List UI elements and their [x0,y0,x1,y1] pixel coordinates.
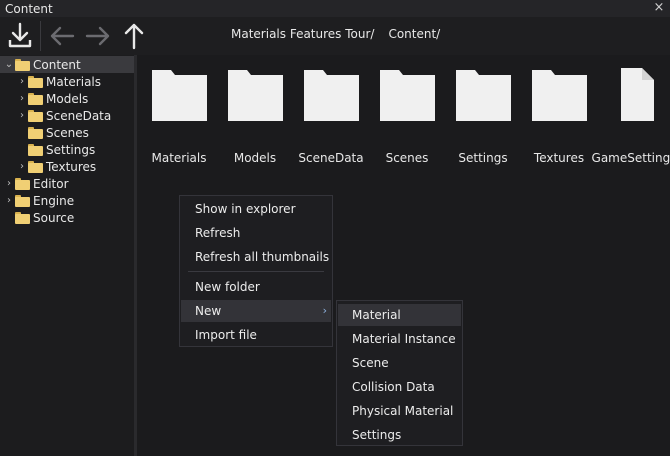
folder-icon [28,75,43,88]
content-item-label: SceneData [298,151,364,165]
tree-item-label: Engine [33,193,75,208]
chevron-right-icon: › [322,304,327,317]
menu-item-new[interactable]: New › [181,300,331,322]
tree-item-models[interactable]: › Models [16,90,88,107]
chevron-right-icon[interactable]: › [3,175,15,192]
content-item-label: Scenes [385,151,429,165]
tree-item-scenes[interactable]: Scenes [28,124,89,141]
tree-item-engine[interactable]: › Engine [3,192,74,209]
tree-item-label: Scenes [46,125,89,140]
folder-icon [15,211,30,224]
content-item-gamesettings[interactable]: GameSettings [592,63,670,165]
content-item-materials[interactable]: Materials [141,63,217,165]
menu-item-scene[interactable]: Scene [338,352,461,374]
tree-item-label: Source [33,210,75,225]
chevron-right-icon[interactable]: › [16,107,28,124]
import-icon[interactable] [4,19,36,53]
arrow-right-icon[interactable] [82,19,114,53]
content-item-label: Models [233,151,277,165]
content-item-settings[interactable]: Settings [445,63,521,165]
breadcrumb: Materials Features Tour/ Content/ [231,27,440,41]
content-item-models[interactable]: Models [217,63,293,165]
menu-item-new-folder[interactable]: New folder [181,276,331,298]
folder-icon [304,70,359,121]
folder-icon [28,92,43,105]
arrow-left-icon[interactable] [46,19,78,53]
folder-icon [28,109,43,122]
chevron-right-icon[interactable]: › [16,73,28,90]
tree-item-label: Settings [46,142,96,157]
menu-item-label: New [195,304,222,318]
chevron-right-icon[interactable]: › [3,192,15,209]
toolbar: Materials Features Tour/ Content/ [0,17,670,55]
close-icon[interactable]: × [653,0,665,17]
folder-icon [15,194,30,207]
chevron-down-icon[interactable]: ⌄ [3,56,15,73]
tree-item-label: Editor [33,176,69,191]
file-icon [621,68,654,121]
breadcrumb-item[interactable]: Materials Features Tour/ [231,27,374,41]
tree-item-label: Materials [46,74,102,89]
folder-icon [15,58,30,71]
tree-item-editor[interactable]: › Editor [3,175,69,192]
tree-item-scenedata[interactable]: › SceneData [16,107,111,124]
tree-item-label: SceneData [46,108,112,123]
tree-item-source[interactable]: Source [15,209,74,226]
menu-item-show-in-explorer[interactable]: Show in explorer [181,198,331,220]
content-item-textures[interactable]: Textures [521,63,597,165]
tree-item-materials[interactable]: › Materials [16,73,101,90]
folder-icon [28,126,43,139]
menu-item-settings[interactable]: Settings [338,424,461,446]
content-item-label: Materials [151,151,207,165]
toolbar-separator [40,21,41,51]
new-submenu: Material Material Instance Scene Collisi… [336,300,463,446]
folder-icon [28,143,43,156]
menu-item-material[interactable]: Material [338,304,461,326]
folder-tree: ⌄ Content › Materials › Models › SceneDa… [0,55,134,456]
folder-icon [532,70,587,121]
arrow-up-icon[interactable] [118,19,150,53]
tree-item-label: Models [46,91,89,106]
folder-icon [15,177,30,190]
folder-icon [228,70,283,121]
window-title: Content [5,1,53,16]
tree-item-label: Textures [46,159,97,174]
content-item-scenedata[interactable]: SceneData [293,63,369,165]
tree-item-label: Content [33,57,81,72]
folder-icon [152,70,207,121]
tree-item-settings[interactable]: Settings [28,141,95,158]
menu-item-refresh[interactable]: Refresh [181,222,331,244]
menu-item-import-file[interactable]: Import file [181,324,331,346]
folder-icon [456,70,511,121]
tree-item-textures[interactable]: › Textures [16,158,96,175]
breadcrumb-item[interactable]: Content/ [388,27,440,41]
window-titlebar: Content × [0,0,670,17]
tree-item-content[interactable]: ⌄ Content [0,56,134,73]
content-item-label: GameSettings [591,151,670,165]
menu-item-collision-data[interactable]: Collision Data [338,376,461,398]
chevron-right-icon[interactable]: › [16,158,28,175]
content-item-scenes[interactable]: Scenes [369,63,445,165]
chevron-right-icon[interactable]: › [16,90,28,107]
menu-item-physical-material[interactable]: Physical Material [338,400,461,422]
menu-separator [188,271,324,272]
context-menu: Show in explorer Refresh Refresh all thu… [179,195,333,347]
content-item-label: Settings [458,151,508,165]
menu-item-material-instance[interactable]: Material Instance [338,328,461,350]
folder-icon [380,70,435,121]
folder-icon [28,160,43,173]
menu-item-refresh-all-thumbnails[interactable]: Refresh all thumbnails [181,246,331,268]
